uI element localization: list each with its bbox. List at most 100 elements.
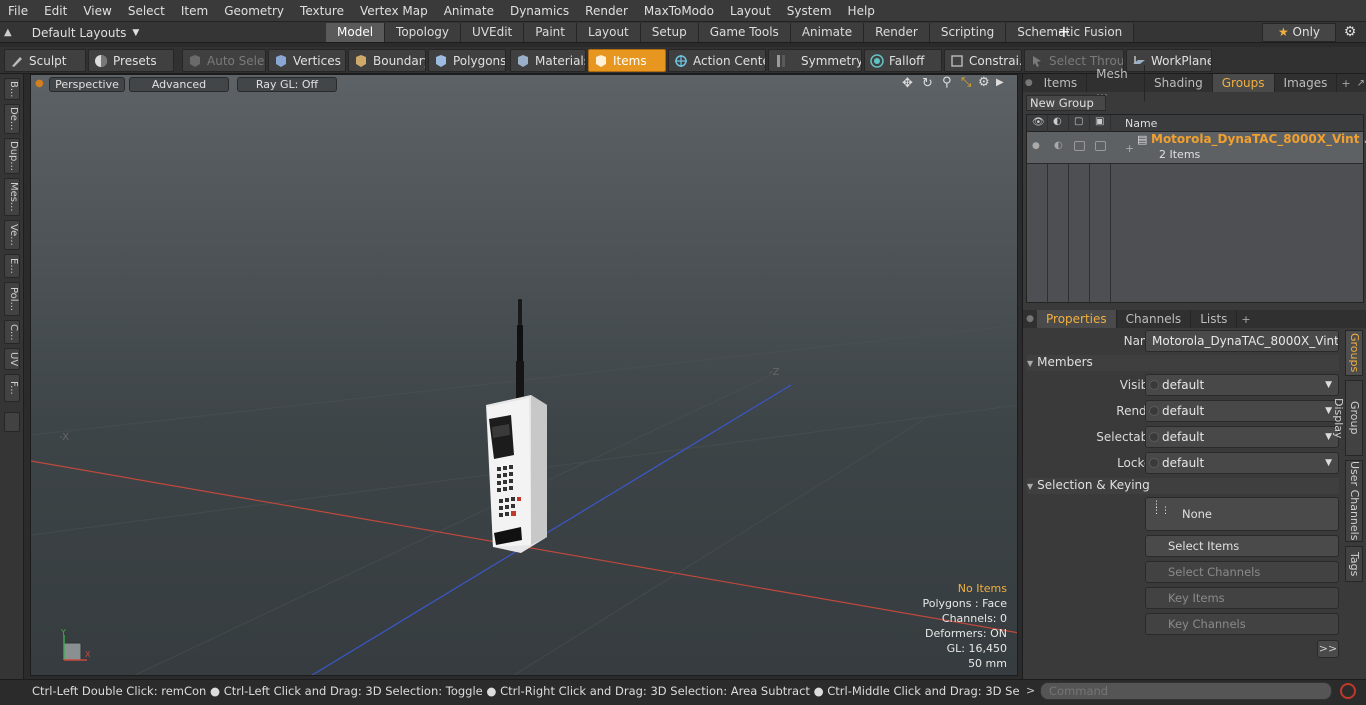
left-tab-edge[interactable]: E... (4, 254, 20, 278)
left-tab-uv[interactable]: UV (4, 348, 20, 370)
phone-model[interactable] (486, 299, 547, 553)
side-tab-groups[interactable]: Groups (1345, 330, 1363, 376)
menu-system[interactable]: System (779, 0, 840, 22)
name-field[interactable]: Motorola_DynaTAC_8000X_Vintage_M (1145, 330, 1339, 352)
tab-groups[interactable]: Groups (1212, 74, 1275, 92)
render-select[interactable]: default ▼ (1145, 400, 1339, 422)
menu-select[interactable]: Select (120, 0, 173, 22)
gear-icon[interactable]: ⚙ (1340, 23, 1360, 42)
viewport-expand-icon[interactable]: ▶ (996, 77, 1004, 88)
viewport-settings-icon[interactable]: ⚙ (978, 75, 990, 90)
menu-render[interactable]: Render (577, 0, 636, 22)
rotate-view-icon[interactable]: ↻ (922, 76, 933, 91)
select-lock-icon[interactable]: ▢ (1074, 116, 1083, 127)
record-icon[interactable] (1340, 683, 1356, 699)
visible-select[interactable]: default ▼ (1145, 374, 1339, 396)
menu-animate[interactable]: Animate (436, 0, 502, 22)
expand-plus-icon[interactable]: + (1125, 142, 1134, 155)
left-tab-deform[interactable]: De... (4, 104, 20, 134)
expand-panel-icon[interactable]: ↗ (1355, 78, 1366, 89)
symmetry-button[interactable]: Symmetry (768, 49, 862, 72)
menu-dynamics[interactable]: Dynamics (502, 0, 577, 22)
tab-lists[interactable]: Lists (1191, 310, 1238, 328)
lock-icon[interactable]: ▣ (1095, 116, 1104, 127)
side-tab-tags[interactable]: Tags (1345, 546, 1363, 582)
materials-button[interactable]: Materials (510, 49, 586, 72)
more-button[interactable]: >> (1317, 640, 1339, 658)
add-props-tab-icon[interactable]: + (1237, 313, 1254, 326)
left-tab-curve[interactable]: C... (4, 320, 20, 344)
eye-icon[interactable]: 👁 (1032, 117, 1045, 128)
locked-select[interactable]: default ▼ (1145, 452, 1339, 474)
move-view-icon[interactable]: ✥ (902, 76, 913, 91)
auto-select-button[interactable]: Auto Select (182, 49, 266, 72)
select-channels-button[interactable]: Select Channels (1145, 561, 1339, 583)
sculpt-button[interactable]: Sculpt (4, 49, 86, 72)
row-select-checkbox[interactable] (1074, 141, 1085, 151)
add-panel-tab-icon[interactable]: + (1337, 77, 1354, 90)
left-tab-vertex[interactable]: Ve... (4, 220, 20, 250)
tab-animate[interactable]: Animate (790, 23, 865, 42)
tab-shading[interactable]: Shading (1145, 74, 1213, 92)
left-tab-basic[interactable]: B... (4, 78, 20, 100)
tab-channels[interactable]: Channels (1117, 310, 1192, 328)
tab-game-tools[interactable]: Game Tools (698, 23, 791, 42)
props-menu-icon[interactable]: ● (1023, 314, 1037, 324)
items-button[interactable]: Items 5 (588, 49, 666, 72)
selection-keying-section[interactable]: ▼ Selection & Keying (1027, 478, 1339, 494)
left-tab-fusion[interactable]: F... (4, 374, 20, 402)
menu-geometry[interactable]: Geometry (216, 0, 292, 22)
tab-layout[interactable]: Layout (576, 23, 641, 42)
tab-render[interactable]: Render (864, 23, 930, 42)
raygl-button[interactable]: Ray GL: Off (237, 77, 337, 92)
tab-properties[interactable]: Properties (1037, 310, 1117, 328)
tab-uvedit[interactable]: UVEdit (461, 23, 525, 42)
menu-help[interactable]: Help (840, 0, 883, 22)
tab-topology[interactable]: Topology (385, 23, 462, 42)
left-tab-polygon[interactable]: Pol... (4, 282, 20, 316)
zoom-view-icon[interactable]: ⚲ (942, 75, 952, 90)
none-button[interactable]: ⋮ ⋮⋮ None (1145, 497, 1339, 531)
side-tab-group-display[interactable]: Group Display (1332, 380, 1363, 456)
row-eye-icon[interactable]: ● (1032, 141, 1040, 151)
left-tab-extra[interactable] (4, 412, 20, 432)
only-button[interactable]: ★ Only (1262, 23, 1336, 42)
tab-items[interactable]: Items (1035, 74, 1088, 92)
row-lock-checkbox[interactable] (1095, 141, 1106, 151)
advanced-button[interactable]: Advanced (129, 77, 229, 92)
falloff-button[interactable]: Falloff (864, 49, 942, 72)
left-tab-mesh-edit[interactable]: Mes... (4, 178, 20, 216)
menu-item[interactable]: Item (173, 0, 216, 22)
polygons-button[interactable]: Polygons (428, 49, 506, 72)
action-center-button[interactable]: Action Center (668, 49, 766, 72)
layouts-dropdown[interactable]: ▲ Default Layouts ▼ (4, 22, 139, 43)
row-render-icon[interactable]: ◐ (1054, 140, 1063, 151)
selectable-select[interactable]: default ▼ (1145, 426, 1339, 448)
perspective-button[interactable]: Perspective (49, 77, 125, 92)
tab-images[interactable]: Images (1275, 74, 1338, 92)
add-tab-button[interactable]: + (1055, 22, 1073, 43)
panel-menu-icon[interactable]: ● (1023, 78, 1035, 88)
tab-setup[interactable]: Setup (640, 23, 699, 42)
boundary-button[interactable]: Boundary (348, 49, 426, 72)
group-row[interactable]: ● ◐ + ▤ Motorola_DynaTAC_8000X_Vint ... … (1027, 132, 1366, 164)
command-input[interactable] (1040, 682, 1332, 700)
constraints-button[interactable]: Constrai... (944, 49, 1022, 72)
menu-vertex-map[interactable]: Vertex Map (352, 0, 436, 22)
menu-maxtomodo[interactable]: MaxToModo (636, 0, 722, 22)
viewport-menu-icon[interactable]: ● (35, 78, 44, 89)
group-name[interactable]: Motorola_DynaTAC_8000X_Vint ... (1151, 132, 1366, 146)
render-icon[interactable]: ◐ (1053, 116, 1062, 127)
side-tab-user-channels[interactable]: User Channels (1345, 460, 1363, 542)
fit-view-icon[interactable]: ⤡ (961, 75, 971, 90)
select-items-button[interactable]: Select Items (1145, 535, 1339, 557)
tab-paint[interactable]: Paint (524, 23, 577, 42)
left-tab-duplicate[interactable]: Dup... (4, 138, 20, 174)
name-column-header[interactable]: Name (1125, 117, 1157, 130)
vertices-button[interactable]: Vertices 1 (268, 49, 346, 72)
members-section[interactable]: ▼ Members (1027, 355, 1339, 371)
new-group-button[interactable]: New Group (1026, 95, 1106, 111)
3d-viewport[interactable]: -X -Z Y X ● Perspective Advanced Ray GL:… (30, 74, 1018, 676)
tab-scripting[interactable]: Scripting (929, 23, 1007, 42)
key-channels-button[interactable]: Key Channels (1145, 613, 1339, 635)
